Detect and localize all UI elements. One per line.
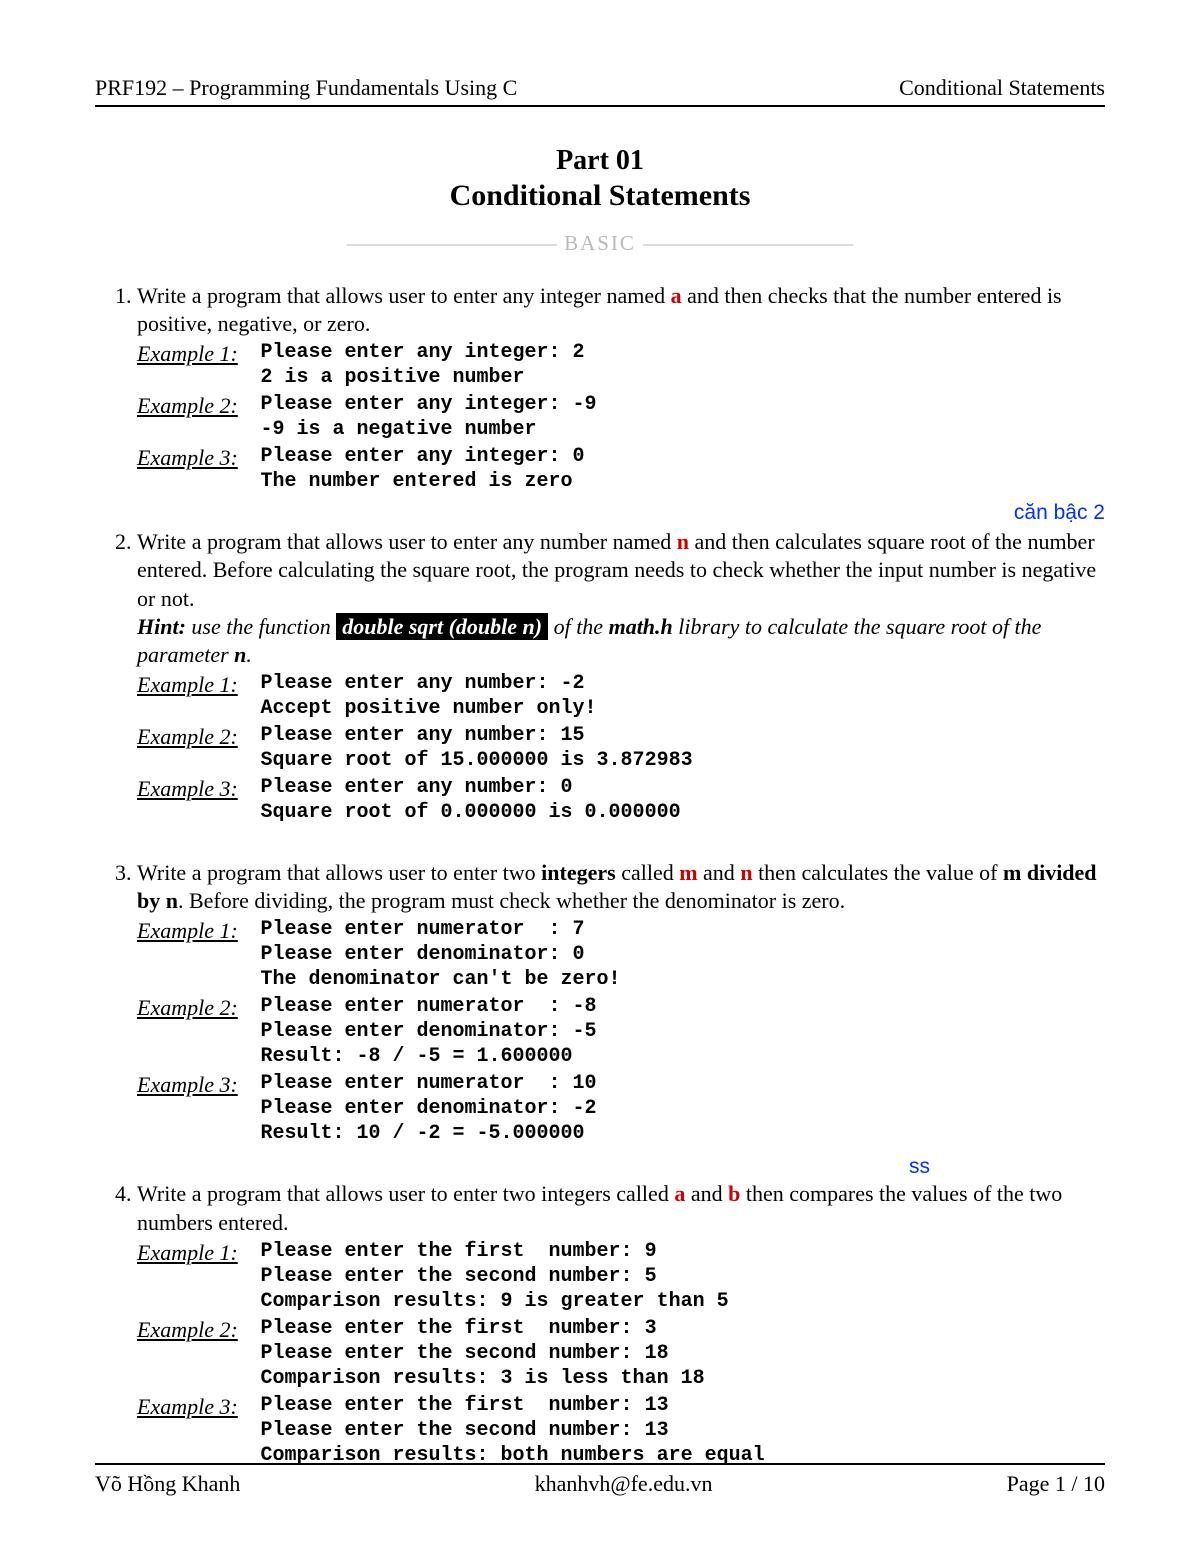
example-code: Please enter any integer: 2 2 is a posit… [261,340,585,390]
p2-ex2: Example 2: Please enter any number: 15 S… [137,723,1105,773]
p3-text-3: and [698,860,741,885]
footer-email: khanhvh@fe.edu.vn [535,1471,713,1497]
p3-text: Write a program that allows user to ente… [137,860,541,885]
example-label: Example 3: [137,1393,255,1421]
p4-var-a: a [674,1181,685,1206]
problem-4: ss Write a program that allows user to e… [137,1180,1105,1467]
p4-text: Write a program that allows user to ente… [137,1181,674,1206]
example-label: Example 2: [137,723,255,751]
p2-hint: Hint: use the function double sqrt (doub… [137,613,1105,669]
example-code: Please enter the first number: 3 Please … [261,1316,705,1391]
p4-var-b: b [728,1181,740,1206]
footer-page: Page 1 / 10 [1007,1471,1105,1497]
level-dash-left: —————————— [347,231,557,255]
example-code: Please enter any integer: -9 -9 is a neg… [261,392,597,442]
document-page: PRF192 – Programming Fundamentals Using … [0,0,1200,1562]
problem-3: Write a program that allows user to ente… [137,859,1105,1146]
example-label: Example 2: [137,392,255,420]
example-code: Please enter numerator : 7 Please enter … [261,917,621,992]
title-block: Part 01 Conditional Statements [95,145,1105,213]
problem-list: Write a program that allows user to ente… [95,282,1105,1468]
header-topic: Conditional Statements [899,75,1105,101]
p4-text-2: and [685,1181,728,1206]
hint-lead: Hint: [137,614,186,639]
p1-ex3: Example 3: Please enter any integer: 0 T… [137,444,1105,494]
p3-text-2: called [616,860,680,885]
p3-text-4: then calculates the value of [753,860,1003,885]
p1-ex2: Example 2: Please enter any integer: -9 … [137,392,1105,442]
example-code: Please enter any integer: 0 The number e… [261,444,585,494]
hint-t2: of the [548,614,609,639]
page-header: PRF192 – Programming Fundamentals Using … [95,75,1105,107]
title-part: Part 01 [95,145,1105,177]
example-label: Example 2: [137,1316,255,1344]
example-label: Example 3: [137,444,255,472]
p3-ex1: Example 1: Please enter numerator : 7 Pl… [137,917,1105,992]
annotation-canbac2: căn bậc 2 [1014,500,1105,527]
example-label: Example 1: [137,917,255,945]
example-code: Please enter the first number: 13 Please… [261,1393,765,1468]
p2-ex3: Example 3: Please enter any number: 0 Sq… [137,775,1105,825]
example-label: Example 1: [137,1239,255,1267]
p1-ex1: Example 1: Please enter any integer: 2 2… [137,340,1105,390]
annotation-ss: ss [909,1154,930,1181]
example-code: Please enter any number: -2 Accept posit… [261,671,597,721]
example-label: Example 3: [137,1071,255,1099]
problem-2: căn bậc 2 Write a program that allows us… [137,528,1105,825]
footer-author: Võ Hồng Khanh [95,1471,240,1497]
problem-1: Write a program that allows user to ente… [137,282,1105,494]
example-label: Example 1: [137,340,255,368]
level-row: —————————— BASIC —————————— [95,231,1105,256]
p3-ex2: Example 2: Please enter numerator : -8 P… [137,994,1105,1069]
hint-mathh: math.h [609,614,673,639]
p2-text: Write a program that allows user to ente… [137,529,677,554]
title-main: Conditional Statements [95,179,1105,213]
p3-var-n: n [740,860,752,885]
p4-ex3: Example 3: Please enter the first number… [137,1393,1105,1468]
p1-text: Write a program that allows user to ente… [137,283,671,308]
example-code: Please enter any number: 0 Square root o… [261,775,681,825]
example-code: Please enter numerator : -8 Please enter… [261,994,597,1069]
p2-ex1: Example 1: Please enter any number: -2 A… [137,671,1105,721]
page-footer: Võ Hồng Khanh khanhvh@fe.edu.vn Page 1 /… [95,1463,1105,1497]
level-dash-right: —————————— [643,231,853,255]
hint-function-box: double sqrt (double n) [336,613,548,640]
example-label: Example 3: [137,775,255,803]
hint-dot: . [246,642,252,667]
p1-var-a: a [671,283,682,308]
example-label: Example 1: [137,671,255,699]
p3-var-m: m [679,860,697,885]
hint-t1: use the function [186,614,336,639]
p4-ex1: Example 1: Please enter the first number… [137,1239,1105,1314]
hint-n: n [234,642,246,667]
p4-ex2: Example 2: Please enter the first number… [137,1316,1105,1391]
header-course: PRF192 – Programming Fundamentals Using … [95,75,517,101]
p3-ex3: Example 3: Please enter numerator : 10 P… [137,1071,1105,1146]
example-code: Please enter any number: 15 Square root … [261,723,693,773]
p3-integers: integers [541,860,616,885]
example-label: Example 2: [137,994,255,1022]
example-code: Please enter the first number: 9 Please … [261,1239,729,1314]
example-code: Please enter numerator : 10 Please enter… [261,1071,597,1146]
p2-var-n: n [677,529,689,554]
p3-text-5: . Before dividing, the program must chec… [178,888,845,913]
level-text: BASIC [557,231,643,255]
